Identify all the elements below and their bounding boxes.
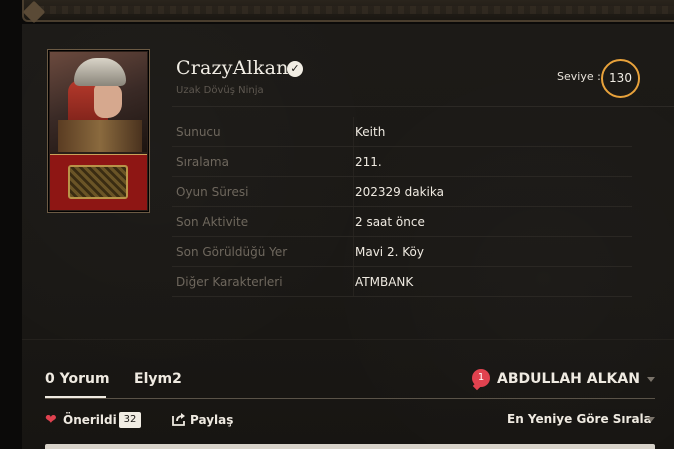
level-label: Seviye : [557,70,601,83]
character-portrait [50,52,147,152]
info-row-server: Sunucu Keith [172,117,632,147]
info-value: Mavi 2. Köy [355,244,424,259]
info-row-other-characters: Diğer Karakterleri ATMBANK [172,267,632,297]
tab-comments[interactable]: 0 Yorum [45,371,110,387]
info-label: Diğer Karakterleri [176,274,283,289]
info-value: Keith [355,124,386,139]
share-button[interactable]: Paylaş [190,413,233,427]
info-value: 2 saat önce [355,214,425,229]
info-row-playtime: Oyun Süresi 202329 dakika [172,177,632,207]
verified-check-icon: ✓ [287,61,303,77]
info-value: 211. [355,154,382,169]
character-avatar [47,49,150,213]
info-label: Sunucu [176,124,221,139]
info-value[interactable]: ATMBANK [355,275,413,289]
info-row-last-seen: Son Görüldüğü Yer Mavi 2. Köy [172,237,632,267]
chevron-down-icon[interactable] [647,377,655,382]
heart-icon[interactable]: ❤ [45,413,59,427]
info-label: Oyun Süresi [176,184,249,199]
recommend-button[interactable]: Önerildi [63,413,117,427]
user-menu[interactable]: ABDULLAH ALKAN [497,371,640,387]
character-class: Uzak Dövüş Ninja [176,85,264,96]
sort-dropdown[interactable]: En Yeniye Göre Sırala [507,412,652,426]
divider [22,339,674,340]
info-value: 202329 dakika [355,184,444,199]
character-name: CrazyAlkan [176,57,289,79]
divider [172,106,674,107]
guild-emblem [68,165,128,199]
info-row-last-activity: Son Aktivite 2 saat önce [172,207,632,237]
info-label: Son Görüldüğü Yer [176,244,288,259]
tab-community[interactable]: Elym2 [134,371,182,387]
notification-badge[interactable]: 1 [472,369,490,387]
guild-banner [50,154,147,210]
info-label: Sıralama [176,154,229,169]
info-row-rank: Sıralama 211. [172,147,632,177]
character-info-table: Sunucu Keith Sıralama 211. Oyun Süresi 2… [172,117,632,297]
active-tab-indicator [45,396,106,398]
info-label: Son Aktivite [176,214,249,229]
top-frame [22,0,674,22]
share-icon[interactable] [172,412,186,426]
recommend-count: 32 [119,412,141,428]
level-badge: 130 [601,59,640,98]
tabs-divider [45,398,655,399]
comment-input[interactable] [45,444,655,449]
chevron-down-icon[interactable] [647,417,655,422]
